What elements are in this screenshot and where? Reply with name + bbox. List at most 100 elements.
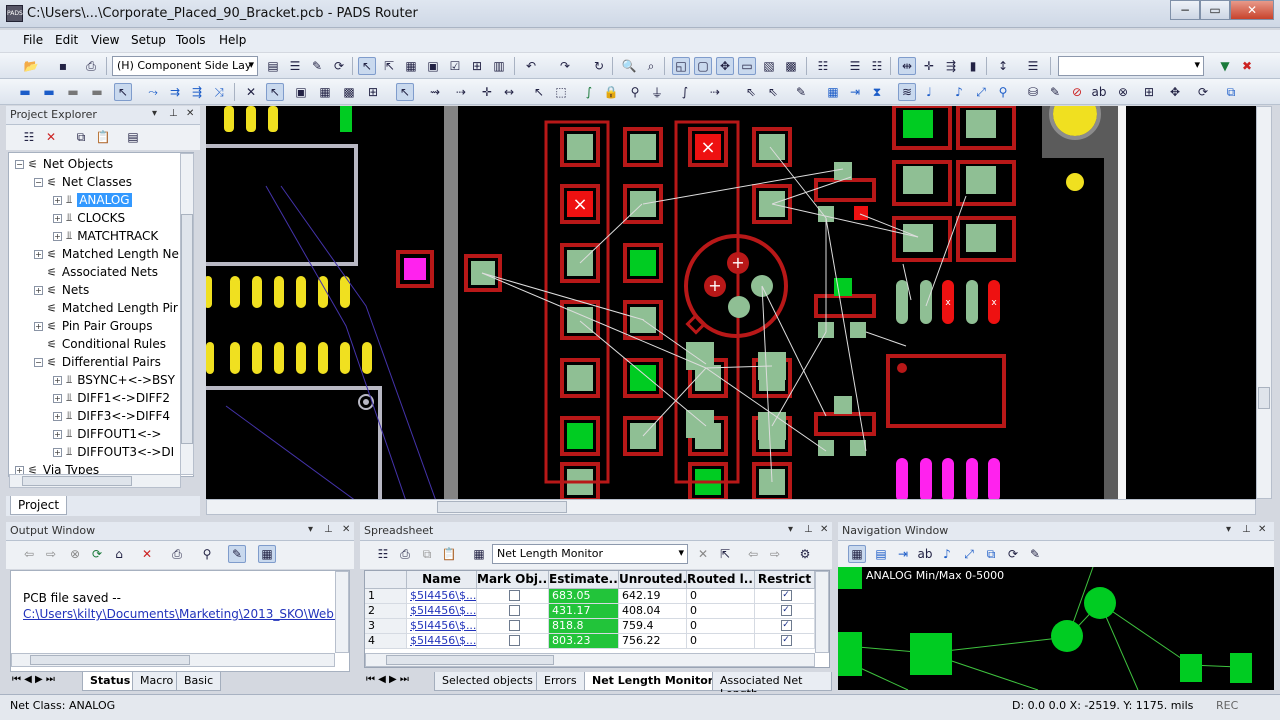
menu-tools[interactable]: Tools [176,33,206,47]
group-icon[interactable]: ⊞ [364,83,382,101]
database-icon[interactable]: ⛁ [1024,83,1042,101]
snap-icon[interactable]: ✛ [920,57,938,75]
square-icon[interactable]: ⬚ [552,83,570,101]
nav-view-icon[interactable]: ▦ [848,545,866,563]
tree-expander-icon[interactable]: + [53,429,62,439]
stretch-icon[interactable]: ↔ [500,83,518,101]
reload-icon[interactable]: ↻ [590,57,608,75]
nav-layer-icon[interactable]: ▤ [872,545,890,563]
bus-route-icon[interactable]: ⇉ [166,83,184,101]
print2-icon[interactable]: ⎙ [168,545,186,563]
output-vscroll[interactable] [335,571,349,653]
cpu-icon[interactable]: ▣ [292,83,310,101]
close-button[interactable]: ✕ [1230,0,1274,20]
board-icon[interactable]: ▢ [694,57,712,75]
nav-refresh-icon[interactable]: ⟳ [1004,545,1022,563]
route-layer2-icon[interactable]: ▬ [40,83,58,101]
mark-object-checkbox[interactable] [508,620,520,631]
net-icon[interactable]: ⚲ [994,83,1012,101]
route-layer4-icon[interactable]: ▬ [88,83,106,101]
restrict-checkbox[interactable]: ✓ [780,635,792,646]
sheet-clear-icon[interactable]: ✕ [694,545,712,563]
tree-item[interactable]: + ⫫ DIFF1<->DIFF2 [53,389,170,407]
route-drag-icon[interactable]: ⇝ [426,83,444,101]
sheet-pin-icon[interactable]: ⊥ [804,524,813,535]
props-icon[interactable]: ▤ [124,128,142,146]
column-header[interactable]: Restrict [755,571,815,589]
layout-icon[interactable]: ▧ [760,57,778,75]
tree-expander-icon[interactable]: − [34,357,43,367]
pan-icon[interactable]: ✥ [716,57,734,75]
menu-file[interactable]: File [23,33,43,47]
tab-errors[interactable]: Errors [536,672,585,691]
layer-down-icon[interactable]: ⇥ [846,83,864,101]
net-name-link[interactable]: $5I4456\$... [407,634,477,649]
clear-icon[interactable]: ✎ [308,57,326,75]
arc-icon[interactable]: ∫ [676,83,694,101]
delete-icon[interactable]: ✕ [42,128,60,146]
lock-icon[interactable]: 🔒 [602,83,620,101]
tree-item[interactable]: − ⚟ Net Objects [15,155,113,173]
hierarchy-icon[interactable]: ⊞ [1140,83,1158,101]
select-filter-icon[interactable]: ⇱ [380,57,398,75]
tree-expander-icon[interactable]: + [53,213,62,223]
properties-icon[interactable]: ☰ [286,57,304,75]
restrict-checkbox[interactable]: ✓ [780,605,792,616]
note-icon[interactable]: ♪ [950,83,968,101]
output-pin-icon[interactable]: ⊥ [324,524,333,535]
menu-setup[interactable]: Setup [131,33,166,47]
sheet-close-icon[interactable]: ✕ [820,524,828,535]
tree-vscroll[interactable] [180,153,194,475]
accept-icon[interactable]: ▼ [1216,57,1234,75]
stop-icon[interactable]: ⊗ [66,545,84,563]
layers-icon[interactable]: ▤ [264,57,282,75]
menu-edit[interactable]: Edit [55,33,78,47]
layers2-icon[interactable]: ⧉ [1222,83,1240,101]
tree-item[interactable]: − ⚟ Net Classes [34,173,132,191]
tree-item[interactable]: + ⫫ DIFFOUT1<-> [53,425,161,443]
diff-icon[interactable]: ≋ [898,83,916,101]
route-auto-icon[interactable]: ⤢ [972,83,990,101]
column-header[interactable]: Unrouted... [619,571,687,589]
tune-icon[interactable]: ⤨ [210,83,228,101]
column-header[interactable]: Mark Obj... [477,571,549,589]
home-icon[interactable]: ⌂ [110,545,128,563]
sheet-paste-icon[interactable]: 📋 [440,545,458,563]
refresh2-icon[interactable]: ⟳ [1194,83,1212,101]
tab-selected-objects[interactable]: Selected objects [434,672,541,691]
shift-icon[interactable]: ⇢ [706,83,724,101]
align-icon[interactable]: ⇹ [898,57,916,75]
refresh3-icon[interactable]: ⟳ [88,545,106,563]
nav-close-icon[interactable]: ✕ [1258,524,1266,535]
tree-expander-icon[interactable]: + [53,231,62,241]
db-icon[interactable]: ▮ [964,57,982,75]
menu-help[interactable]: Help [219,33,246,47]
compare-icon[interactable]: ⊞ [468,57,486,75]
nav-layers-icon[interactable]: ⧉ [982,545,1000,563]
pointer3-icon[interactable]: ↖ [396,83,414,101]
nav-menu-icon[interactable]: ▾ [1226,524,1231,535]
tree-expander-icon[interactable]: + [53,447,62,457]
tab-project[interactable]: Project [10,496,68,515]
redo-icon[interactable]: ↷ [556,57,574,75]
pen-icon[interactable]: ✎ [228,545,246,563]
layer-select[interactable]: (H) Component Side Lay [112,56,258,76]
navigation-canvas[interactable]: ANALOG Min/Max 0-5000 [838,567,1274,690]
verify-icon[interactable]: ☑ [446,57,464,75]
component-pad[interactable] [630,134,656,160]
nav-text-icon[interactable]: ab [916,545,934,563]
output-menu-icon[interactable]: ▾ [308,524,313,535]
pointer2-icon[interactable]: ↖ [266,83,284,101]
tree-expander-icon[interactable]: + [34,285,43,295]
view-icon[interactable]: ◱ [672,57,690,75]
tree-item[interactable]: + ⚟ Matched Length Ne [34,245,179,263]
tree-item[interactable]: + ⫫ DIFFOUT3<->DI [53,443,174,461]
cross-icon[interactable]: ✛ [478,83,496,101]
component-pad[interactable] [567,423,593,449]
sheet-export-icon[interactable]: ⇱ [716,545,734,563]
restrict-checkbox[interactable]: ✓ [780,620,792,631]
tree-expander-icon[interactable]: + [34,321,43,331]
component-pad[interactable] [567,365,593,391]
move2-icon[interactable]: ✥ [1166,83,1184,101]
sheet-settings-icon[interactable]: ⚙ [796,545,814,563]
